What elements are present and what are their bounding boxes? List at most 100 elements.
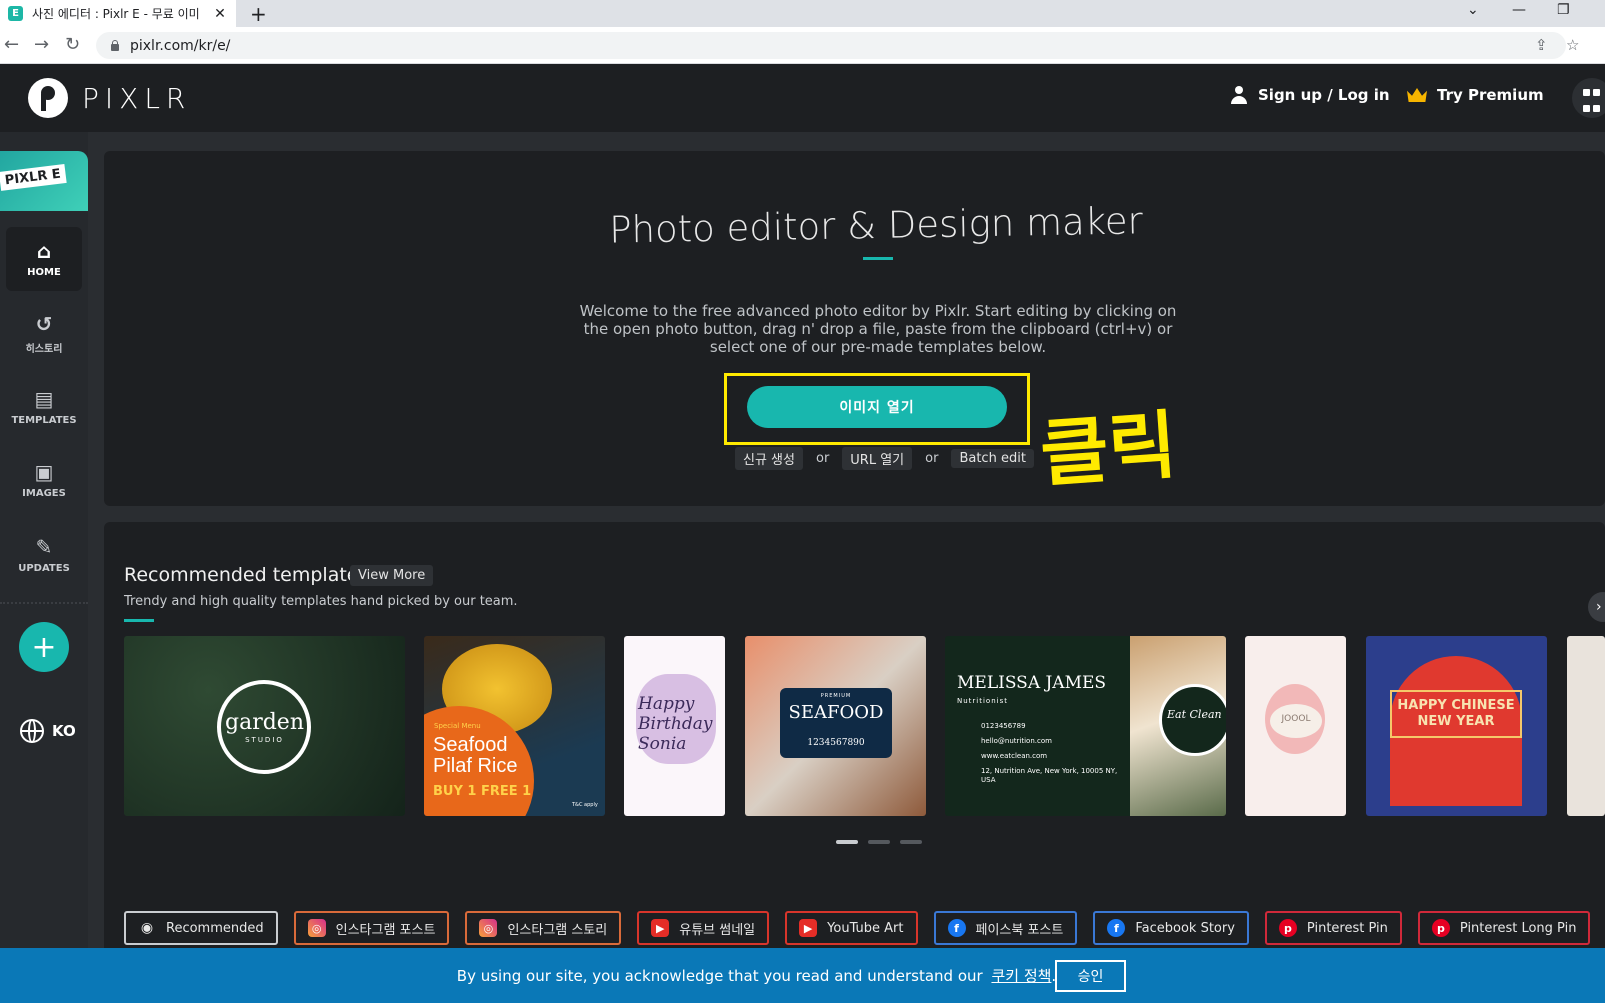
sidebar-item-label: HOME [27, 266, 61, 278]
chip-label: 유튜브 썸네일 [679, 922, 756, 938]
card-address: 12, Nutrition Ave, New York, 10005 NY, U… [981, 767, 1118, 784]
signup-label: Sign up / Log in [1258, 86, 1390, 104]
lock-icon [110, 40, 120, 51]
sidebar-item-updates[interactable]: ✎ UPDATES [6, 523, 82, 587]
chip-label: 인스타그램 스토리 [507, 922, 608, 938]
batch-edit-link[interactable]: Batch edit [951, 449, 1034, 468]
url-input[interactable]: pixlr.com/kr/e/ [96, 32, 1566, 59]
instagram-icon: ◎ [479, 919, 498, 937]
chip-recommended[interactable]: ◉ Recommended [124, 911, 278, 945]
share-icon[interactable]: ⇪ [1535, 36, 1548, 54]
pixlr-logo[interactable]: PIXLR [28, 78, 191, 118]
back-icon[interactable]: ← [4, 34, 19, 55]
template-card-seafood[interactable]: PREMIUM SEAFOOD 1234567890 [745, 636, 926, 816]
chip-facebook-story[interactable]: f Facebook Story [1093, 911, 1249, 945]
reload-icon[interactable]: ↻ [65, 34, 80, 55]
chip-pinterest-pin[interactable]: p Pinterest Pin [1264, 911, 1402, 945]
minimize-icon[interactable]: — [1512, 2, 1526, 18]
pixlr-logo-icon [28, 78, 68, 118]
category-chips: ◉ Recommended ◎ 인스타그램 포스트 ◎ 인스타그램 스토리 ▶ … [124, 911, 1591, 945]
sidebar-item-templates[interactable]: ▤ TEMPLATES [6, 375, 82, 439]
tab-close-icon[interactable]: ✕ [212, 6, 228, 22]
template-card-partial[interactable] [1567, 636, 1605, 816]
templates-subtitle: Trendy and high quality templates hand p… [124, 594, 518, 609]
template-card-seafood-pilaf[interactable]: Special Menu Seafood Pilaf Rice BUY 1 FR… [424, 636, 605, 816]
template-card-birthday[interactable]: Happy Birthday Sonia [624, 636, 725, 816]
nutritionist-role: Nutritionist [957, 697, 1008, 705]
browser-tab[interactable]: E 사진 에디터 : Pixlr E - 무료 이미 ✕ [0, 0, 236, 27]
chip-youtube-thumbnail[interactable]: ▶ 유튜브 썸네일 [637, 911, 770, 945]
try-premium-link[interactable]: Try Premium [1407, 86, 1544, 104]
or-label: or [925, 451, 939, 466]
carousel-dot[interactable] [868, 840, 890, 844]
template-card-chinese-new-year[interactable]: HAPPY CHINESE NEW YEAR [1366, 636, 1547, 816]
chip-youtube-art[interactable]: ▶ YouTube Art [785, 911, 918, 945]
carousel-dot[interactable] [836, 840, 858, 844]
facebook-icon: f [1107, 919, 1126, 937]
birthday-text: Happy Birthday Sonia [638, 694, 713, 754]
or-label: or [815, 451, 830, 466]
melissa-name: MELISSA JAMES [957, 673, 1107, 693]
chip-label: Facebook Story [1135, 920, 1235, 936]
open-image-button[interactable]: 이미지 열기 [747, 386, 1007, 428]
card-phone: 0123456789 [981, 722, 1026, 730]
templates-underline [124, 619, 154, 622]
template-card-pink[interactable]: JOOOL [1245, 636, 1346, 816]
apps-grid-button[interactable] [1572, 78, 1605, 118]
chinese-new-year-text: HAPPY CHINESE NEW YEAR [1397, 698, 1515, 729]
create-new-button[interactable]: + [19, 622, 69, 672]
cookie-policy-link[interactable]: 쿠키 정책 [991, 967, 1051, 985]
template-card-nutritionist[interactable]: Eat Clean MELISSA JAMES Nutritionist 012… [945, 636, 1226, 816]
card-email: hello@nutrition.com [981, 737, 1052, 745]
sidebar-divider [0, 602, 88, 604]
sidebar-item-label: TEMPLATES [11, 414, 77, 426]
title-underline [863, 257, 893, 260]
templates-title: Recommended templates [124, 564, 369, 586]
chip-facebook-post[interactable]: f 페이스북 포스트 [933, 911, 1078, 945]
signup-login-link[interactable]: Sign up / Log in [1230, 86, 1390, 104]
browser-tab-title: 사진 에디터 : Pixlr E - 무료 이미 [32, 7, 200, 21]
crown-icon [1407, 88, 1427, 102]
bookmark-star-icon[interactable]: ☆ [1566, 36, 1579, 54]
carousel-pagination [836, 840, 922, 844]
tab-search-icon[interactable]: ⌄ [1467, 2, 1479, 18]
template-card-garden[interactable]: garden STUDIO [124, 636, 405, 816]
carousel-dot[interactable] [900, 840, 922, 844]
browser-address-bar: ← → ↻ pixlr.com/kr/e/ ⇪ ☆ [0, 27, 1605, 64]
sidebar-item-images[interactable]: ▣ IMAGES [6, 448, 82, 512]
new-tab-icon[interactable]: + [250, 2, 267, 26]
forward-icon[interactable]: → [34, 34, 49, 55]
history-icon: ↺ [35, 311, 53, 336]
chip-label: 페이스북 포스트 [975, 922, 1064, 938]
images-icon: ▣ [34, 459, 54, 484]
hero-description: Welcome to the free advanced photo edito… [579, 302, 1177, 356]
instagram-icon: ◎ [307, 919, 326, 937]
premium-label: Try Premium [1437, 86, 1544, 104]
updates-icon: ✎ [35, 534, 53, 559]
pixlr-favicon-icon: E [8, 6, 23, 21]
language-selector[interactable]: KO [20, 719, 76, 743]
sidebar-item-label: 히스토리 [25, 343, 63, 355]
chip-instagram-story[interactable]: ◎ 인스타그램 스토리 [465, 911, 622, 945]
language-label: KO [52, 722, 76, 740]
youtube-icon: ▶ [799, 919, 818, 937]
facebook-icon: f [947, 919, 966, 937]
chip-label: Recommended [166, 920, 264, 936]
chip-instagram-post[interactable]: ◎ 인스타그램 포스트 [293, 911, 450, 945]
garden-sub: STUDIO [245, 736, 284, 744]
view-more-button[interactable]: View More [350, 565, 434, 586]
chip-pinterest-long-pin[interactable]: p Pinterest Long Pin [1417, 911, 1591, 945]
sidebar-item-label: UPDATES [18, 562, 70, 574]
logo-text: PIXLR [82, 81, 192, 115]
chip-label: YouTube Art [827, 920, 904, 936]
card-web: www.eatclean.com [981, 752, 1048, 760]
tc-apply-text: T&C apply [572, 802, 598, 808]
cookie-text: By using our site, you acknowledge that … [456, 967, 983, 985]
open-url-link[interactable]: URL 열기 [842, 447, 913, 470]
cookie-accept-button[interactable]: 승인 [1055, 960, 1126, 992]
sidebar-item-history[interactable]: ↺ 히스토리 [6, 302, 82, 366]
maximize-icon[interactable]: ❐ [1557, 2, 1570, 18]
chip-label: 인스타그램 포스트 [335, 922, 436, 938]
create-new-link[interactable]: 신규 생성 [735, 447, 803, 470]
url-text: pixlr.com/kr/e/ [130, 37, 231, 54]
